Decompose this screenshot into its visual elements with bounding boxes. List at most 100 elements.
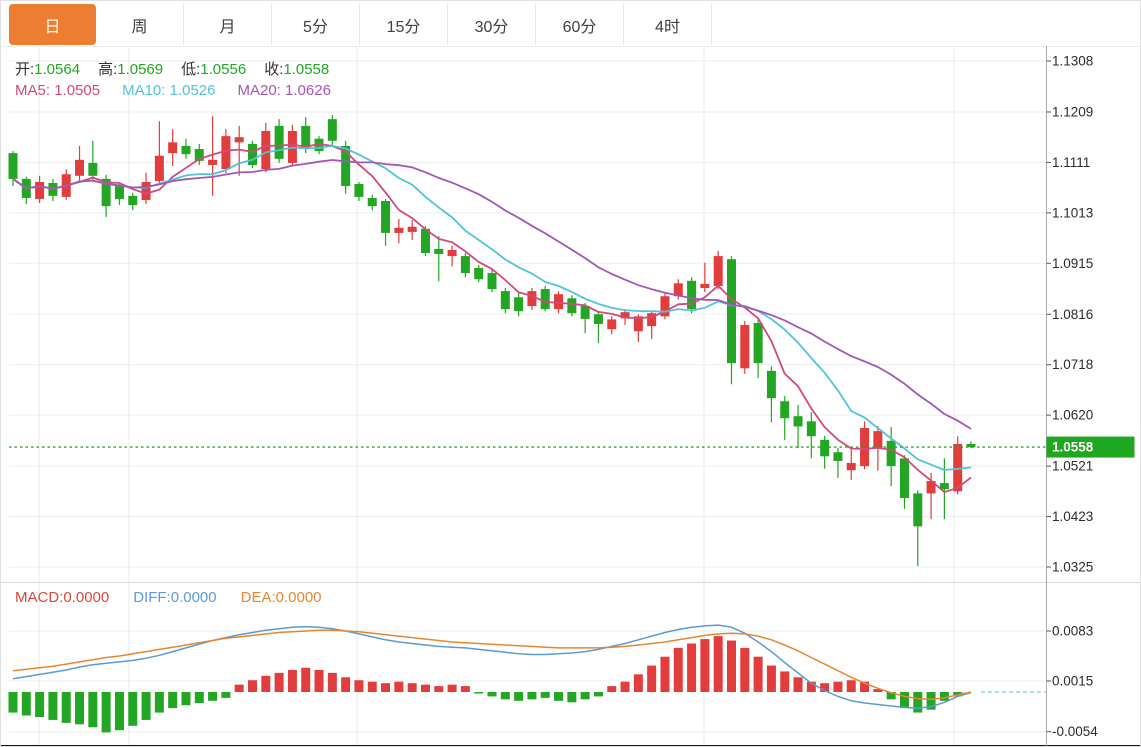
axis-label: 1.0816 [1052,307,1093,322]
diff-value-readout: DIFF:0.0000 [133,589,216,606]
diff-value: 0.0000 [171,589,217,606]
axis-label: 1.1209 [1052,104,1093,119]
macd-bar [488,692,497,696]
candle [860,421,869,469]
candle-body [461,256,470,273]
macd-bar [461,686,470,692]
candle [275,119,284,163]
timeframe-button-7[interactable]: 60分 [536,4,624,45]
timeframe-button-1[interactable]: 日 [9,4,96,45]
diff-label: DIFF: [133,589,171,606]
candle-body [128,196,137,205]
macd-bar [35,692,44,717]
macd-bar [900,692,909,708]
candle [488,270,497,292]
candle-body [714,256,723,286]
axis-label: -0.0054 [1052,724,1098,739]
macd-bar [434,686,443,692]
high-label: 高: [98,61,117,78]
ma5-readout: MA5: 1.0505 [15,82,100,99]
macd-bar [687,643,696,692]
candle [75,146,84,183]
candle-body [514,297,523,311]
timeframe-button-8[interactable]: 4时 [624,4,712,45]
macd-bar [142,692,151,720]
candle [913,490,922,566]
chart-widget: 日周月5分15分30分60分4时 开:1.0564高:1.0569低:1.055… [0,0,1141,747]
candle-body [261,131,270,169]
open-value: 1.0564 [34,61,80,78]
axis-label: 0.0083 [1052,623,1093,638]
dea-value-readout: DEA:0.0000 [241,589,322,606]
candle [381,199,390,246]
candle-body [301,126,310,148]
timeframe-button-5[interactable]: 15分 [360,4,448,45]
candle [594,311,603,343]
candle [168,129,177,166]
macd-bar [22,692,31,716]
macd-bar [102,692,111,732]
ma20-line [13,160,971,429]
macd-label: MACD: [15,589,63,606]
macd-bar [474,692,483,693]
macd-bar [501,692,510,699]
macd-bar [780,671,789,692]
candle [847,449,856,480]
ma10-value: 1.0526 [170,82,216,99]
candle [754,319,763,378]
candle-body [847,463,856,470]
timeframe-button-6[interactable]: 30分 [448,4,536,45]
macd-bar [115,692,124,730]
candle [22,177,31,204]
low-value: 1.0556 [200,61,246,78]
candle [714,251,723,289]
macd-bar [128,692,137,726]
candle-body [820,440,829,456]
candle-body [394,228,403,233]
candle-body [807,421,816,436]
chart-canvas[interactable]: 1.13081.12091.11111.10131.09151.08161.07… [1,1,1141,747]
candle [900,455,909,509]
macd-bar [594,692,603,696]
macd-bar [48,692,57,720]
candle-body [474,268,483,279]
candle-body [75,160,84,176]
candle [48,179,57,201]
macd-bar [940,692,949,701]
candle-body [448,250,457,256]
candle-body [501,291,510,309]
macd-bar [794,677,803,692]
candle-body [740,325,749,368]
candle [807,412,816,458]
candle [541,286,550,311]
candle-body [181,146,190,154]
macd-bar [221,692,230,698]
macd-bar [581,692,590,699]
candle-body [381,201,390,233]
macd-bar [607,686,616,692]
close-value: 1.0558 [283,61,329,78]
macd-bar [421,685,430,692]
candle-body [554,294,563,309]
macd-bar [714,636,723,692]
candle [740,321,749,374]
candle-body [754,323,763,363]
candle-body [594,314,603,324]
macd-bar [9,692,18,713]
macd-bar [208,692,217,701]
timeframe-button-3[interactable]: 月 [184,4,272,45]
macd-bar [341,677,350,692]
macd-bar [408,683,417,692]
candle-body [354,184,363,197]
ma10-line [13,146,971,470]
candle-body [887,441,896,466]
timeframe-button-4[interactable]: 5分 [272,4,360,45]
timeframe-button-2[interactable]: 周 [96,4,184,45]
candle [394,219,403,243]
macd-bar [527,692,536,699]
ma20-label: MA20: [238,82,281,99]
axis-label: 0.0015 [1052,673,1093,688]
macd-bar [195,692,204,703]
macd-bar [740,648,749,692]
candle-body [35,182,44,199]
